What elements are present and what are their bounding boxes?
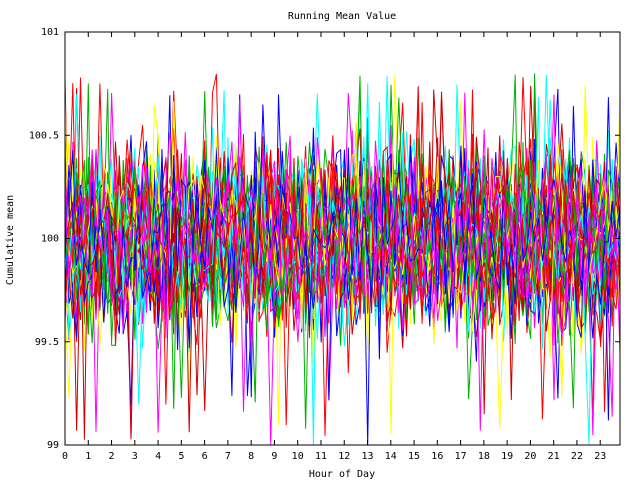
y-tick-label: 101 <box>41 27 59 38</box>
x-tick-label: 10 <box>292 451 304 462</box>
y-tick-label: 99.5 <box>35 337 59 348</box>
x-tick-label: 18 <box>478 451 490 462</box>
y-tick-label: 99 <box>47 440 59 451</box>
x-tick-label: 19 <box>501 451 513 462</box>
x-tick-label: 3 <box>132 451 138 462</box>
x-tick-label: 2 <box>109 451 115 462</box>
series-layer <box>64 73 621 445</box>
x-tick-label: 20 <box>524 451 536 462</box>
x-tick-label: 15 <box>408 451 420 462</box>
x-tick-label: 23 <box>594 451 606 462</box>
x-tick-label: 4 <box>155 451 161 462</box>
x-tick-label: 11 <box>315 451 327 462</box>
x-tick-label: 21 <box>548 451 560 462</box>
x-tick-label: 0 <box>62 451 68 462</box>
x-tick-label: 9 <box>271 451 277 462</box>
x-tick-label: 6 <box>202 451 208 462</box>
running-mean-chart: Running Mean Value Hour of Day Cumulativ… <box>5 11 621 480</box>
x-tick-label: 8 <box>248 451 254 462</box>
x-tick-label: 17 <box>455 451 467 462</box>
y-tick-label: 100.5 <box>29 130 59 141</box>
x-tick-label: 14 <box>385 451 397 462</box>
chart-title: Running Mean Value <box>288 11 396 22</box>
y-tick-label: 100 <box>41 234 59 245</box>
x-tick-label: 22 <box>571 451 583 462</box>
x-axis-label: Hour of Day <box>309 469 375 480</box>
x-tick-label: 13 <box>361 451 373 462</box>
x-tick-label: 12 <box>338 451 350 462</box>
x-tick-label: 5 <box>178 451 184 462</box>
y-axis-label: Cumulative mean <box>5 195 16 285</box>
x-tick-label: 7 <box>225 451 231 462</box>
x-tick-label: 16 <box>431 451 443 462</box>
x-tick-label: 1 <box>85 451 91 462</box>
